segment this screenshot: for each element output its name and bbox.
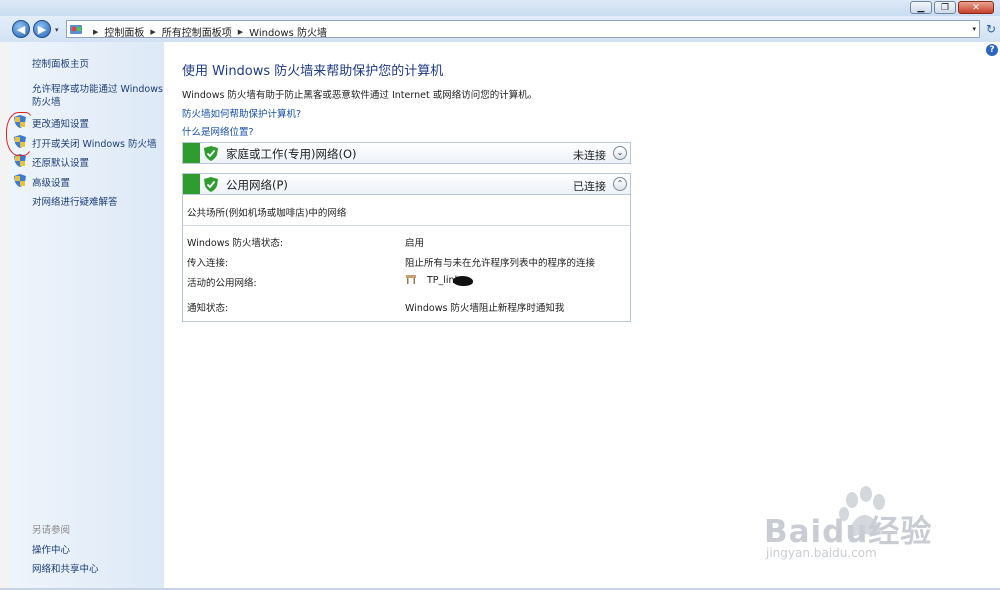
address-dropdown-icon[interactable]: ▾: [972, 25, 976, 33]
network-status: 已连接: [573, 180, 606, 193]
forward-button[interactable]: ▶: [33, 20, 51, 38]
divider: [183, 225, 630, 226]
shield-icon: [14, 174, 26, 187]
breadcrumb-windows-firewall[interactable]: Windows 防火墙: [249, 24, 327, 39]
sidebar-item-troubleshoot[interactable]: 对网络进行疑难解答: [32, 194, 118, 208]
minimize-button[interactable]: ▁: [910, 1, 932, 14]
status-bar: [183, 174, 200, 194]
breadcrumb-all-items[interactable]: 所有控制面板项: [162, 24, 232, 39]
sidebar-item-network-center[interactable]: 网络和共享中心: [32, 561, 99, 575]
shield-check-icon: [204, 146, 218, 161]
see-also-heading: 另请参阅: [32, 525, 71, 536]
annotation-mark: [6, 112, 34, 156]
recent-pages-dropdown-icon[interactable]: ▾: [55, 26, 59, 34]
help-icon[interactable]: ?: [986, 44, 998, 56]
watermark-url: jingyan.baidu.com: [766, 546, 877, 560]
sidebar-item-advanced-settings[interactable]: 高级设置: [32, 175, 70, 189]
public-bench-icon: [406, 275, 416, 284]
detail-label: 通知状态:: [187, 303, 229, 314]
close-button[interactable]: ✕: [958, 1, 994, 14]
detail-value: 阻止所有与未在允许程序列表中的程序的连接: [405, 258, 596, 269]
sidebar-item-change-notifications[interactable]: 更改通知设置: [32, 116, 89, 130]
shield-check-icon: [204, 177, 218, 192]
sidebar-item-action-center[interactable]: 操作中心: [32, 542, 70, 556]
watermark-brand: Baidu经验: [764, 514, 933, 550]
breadcrumb-arrow-icon: ▶: [93, 27, 99, 36]
sidebar-item-home[interactable]: 控制面板主页: [32, 56, 89, 70]
detail-value: Windows 防火墙阻止新程序时通知我: [405, 303, 565, 314]
public-network-details: 公共场所(例如机场或咖啡店)中的网络 Windows 防火墙状态: 启用 传入连…: [182, 195, 631, 322]
navigation-bar: ◀ ▶ ▾ ▶ 控制面板 ▶ 所有控制面板项 ▶ Windows 防火墙 ▾ ↻: [0, 16, 1000, 42]
breadcrumb-arrow-icon[interactable]: ▶: [150, 28, 155, 36]
back-button[interactable]: ◀: [12, 20, 30, 38]
private-network-header[interactable]: 家庭或工作(专用)网络(O) 未连接 ⌄: [182, 142, 631, 164]
network-name: 公用网络(P): [226, 178, 288, 192]
network-status: 未连接: [573, 149, 606, 162]
sidebar-item-restore-defaults[interactable]: 还原默认设置: [32, 155, 89, 169]
network-description: 公共场所(例如机场或咖啡店)中的网络: [187, 208, 347, 219]
detail-label: 活动的公用网络:: [187, 278, 257, 289]
maximize-button[interactable]: ❐: [934, 1, 956, 14]
breadcrumb-control-panel[interactable]: 控制面板: [104, 24, 144, 39]
status-bar: [183, 143, 200, 163]
address-bar[interactable]: ▶ 控制面板 ▶ 所有控制面板项 ▶ Windows 防火墙 ▾: [66, 20, 980, 40]
window-controls: ▁ ❐ ✕: [908, 1, 994, 15]
collapse-chevron-icon[interactable]: ⌃: [613, 177, 627, 191]
detail-label: 传入连接:: [187, 258, 229, 269]
refresh-icon[interactable]: ↻: [984, 21, 998, 37]
detail-value: 启用: [405, 238, 425, 249]
breadcrumb: ▶ 控制面板 ▶ 所有控制面板项 ▶ Windows 防火墙: [87, 24, 327, 40]
breadcrumb-arrow-icon[interactable]: ▶: [238, 28, 243, 36]
link-network-location[interactable]: 什么是网络位置?: [182, 124, 254, 138]
redaction-mark: [453, 276, 473, 286]
sidebar-item-toggle-firewall[interactable]: 打开或关闭 Windows 防火墙: [32, 136, 156, 150]
page-title: 使用 Windows 防火墙来帮助保护您的计算机: [182, 64, 444, 79]
link-how-firewall-helps[interactable]: 防火墙如何帮助保护计算机?: [182, 106, 301, 120]
public-network-header[interactable]: 公用网络(P) 已连接 ⌃: [182, 173, 631, 195]
detail-label: Windows 防火墙状态:: [187, 238, 284, 249]
title-bar: ▁ ❐ ✕: [0, 0, 1000, 16]
page-description: Windows 防火墙有助于防止黑客或恶意软件通过 Internet 或网络访问…: [182, 90, 538, 101]
expand-chevron-icon[interactable]: ⌄: [613, 146, 627, 160]
network-name: 家庭或工作(专用)网络(O): [226, 147, 357, 161]
sidebar-item-allow-programs[interactable]: 允许程序或功能通过 Windows 防火墙: [32, 83, 164, 109]
control-panel-icon: [70, 25, 82, 34]
